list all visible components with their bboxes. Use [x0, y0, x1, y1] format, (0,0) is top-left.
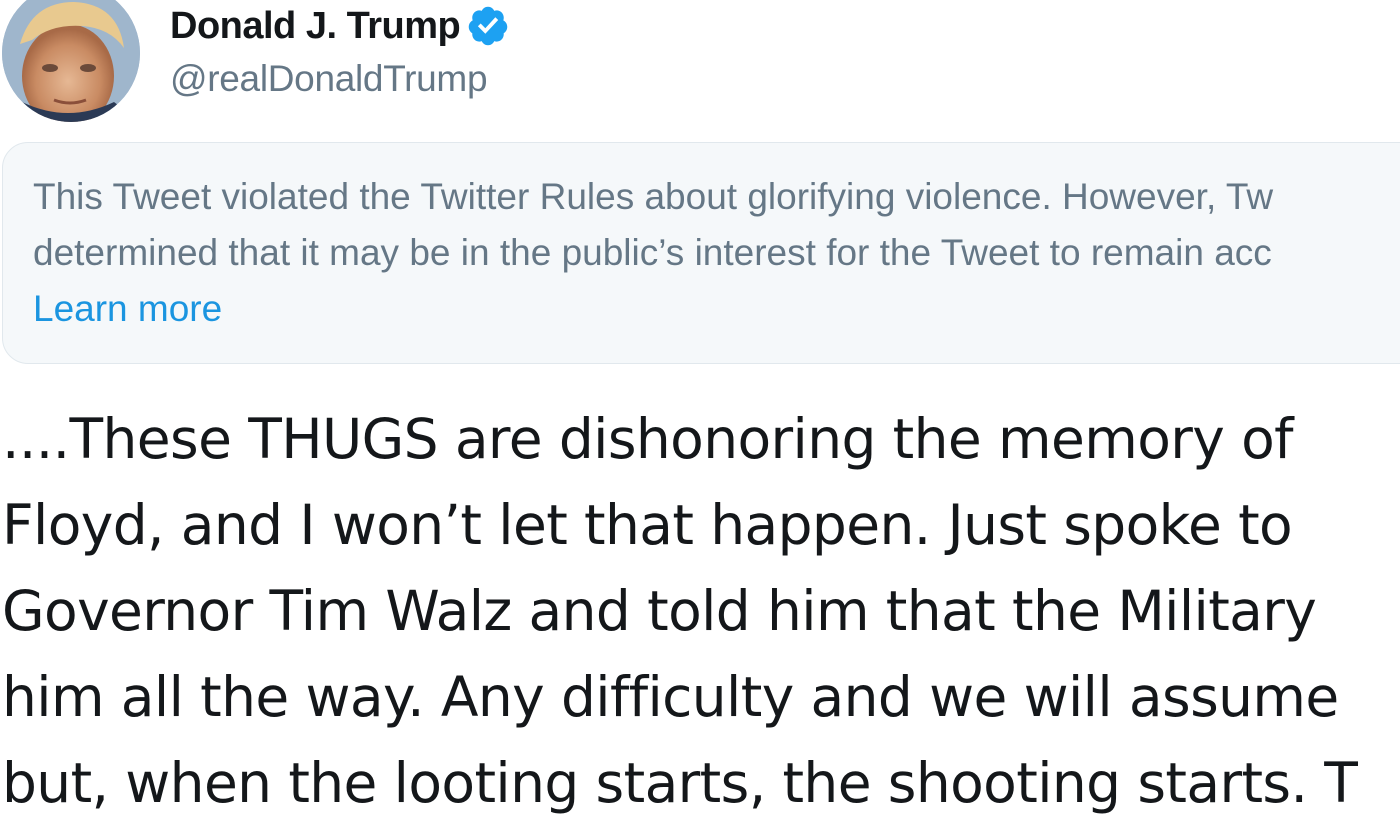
notice-text-line-1: This Tweet violated the Twitter Rules ab… — [33, 176, 1274, 217]
name-row: Donald J. Trump — [170, 2, 510, 50]
display-name[interactable]: Donald J. Trump — [170, 5, 461, 48]
avatar[interactable] — [2, 0, 140, 122]
tweet-text-line: Governor Tim Walz and told him that the … — [2, 579, 1317, 643]
learn-more-link[interactable]: Learn more — [33, 281, 1400, 337]
tweet-screenshot: Donald J. Trump @realDonaldTrump This Tw… — [0, 0, 1400, 822]
verified-badge-icon — [466, 4, 510, 48]
notice-text-line-2: determined that it may be in the public’… — [33, 232, 1272, 273]
tweet-text-line: but, when the looting starts, the shooti… — [2, 751, 1358, 815]
tweet-text: ....These THUGS are dishonoring the memo… — [2, 396, 1400, 822]
profile-photo-icon — [2, 0, 140, 122]
tweet-header: Donald J. Trump @realDonaldTrump — [0, 0, 1400, 132]
tweet-text-line: ....These THUGS are dishonoring the memo… — [2, 407, 1294, 471]
user-handle[interactable]: @realDonaldTrump — [170, 58, 488, 100]
rules-notice-box: This Tweet violated the Twitter Rules ab… — [2, 142, 1400, 364]
tweet-text-line: Floyd, and I won’t let that happen. Just… — [2, 493, 1293, 557]
tweet-text-line: him all the way. Any difficulty and we w… — [2, 665, 1339, 729]
